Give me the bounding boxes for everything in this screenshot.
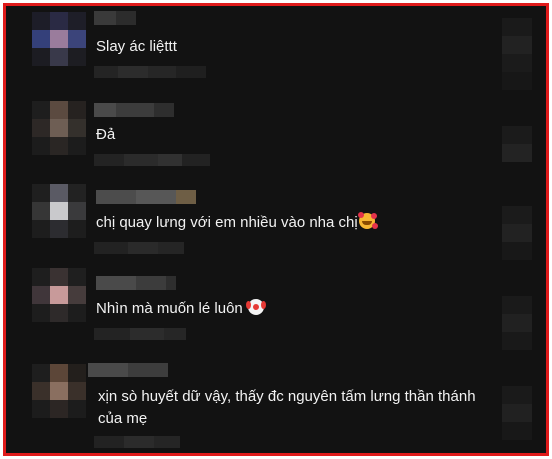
username-blurred[interactable] [88,363,168,377]
username-blurred[interactable] [96,190,196,204]
username-blurred[interactable] [94,103,174,117]
reaction-column-blurred[interactable] [502,296,532,350]
avatar[interactable] [32,364,86,418]
reaction-column-blurred[interactable] [502,386,532,440]
comment-meta-blurred [94,328,186,340]
clown-face-icon [245,299,264,315]
username-blurred[interactable] [96,276,176,290]
comment-text: xịn sò huyết dữ vậy, thấy đc nguyên tấm … [98,388,476,427]
comment-text: chị quay lưng với em nhiều vào nha chị [96,212,476,234]
reaction-column-blurred[interactable] [502,126,532,162]
comment-text: Slay ác liệttt [96,38,177,55]
reaction-column-blurred[interactable] [502,206,532,260]
smiling-face-with-hearts-icon [357,212,375,229]
comment-meta-blurred [94,242,184,254]
avatar[interactable] [32,268,86,322]
avatar[interactable] [32,101,86,155]
comment-text: Nhìn mà muốn lé luôn [96,298,476,320]
avatar[interactable] [32,12,86,66]
comment-section-frame: Slay ác liệttt Đả chị quay lưng với em n… [3,3,549,456]
comment-meta-blurred [94,154,210,166]
comment-text: Đả [96,126,116,143]
reaction-column-blurred[interactable] [502,18,532,90]
comment-meta-blurred [94,436,180,448]
username-blurred[interactable] [94,11,136,25]
avatar[interactable] [32,184,86,238]
comment-meta-blurred [94,66,206,78]
